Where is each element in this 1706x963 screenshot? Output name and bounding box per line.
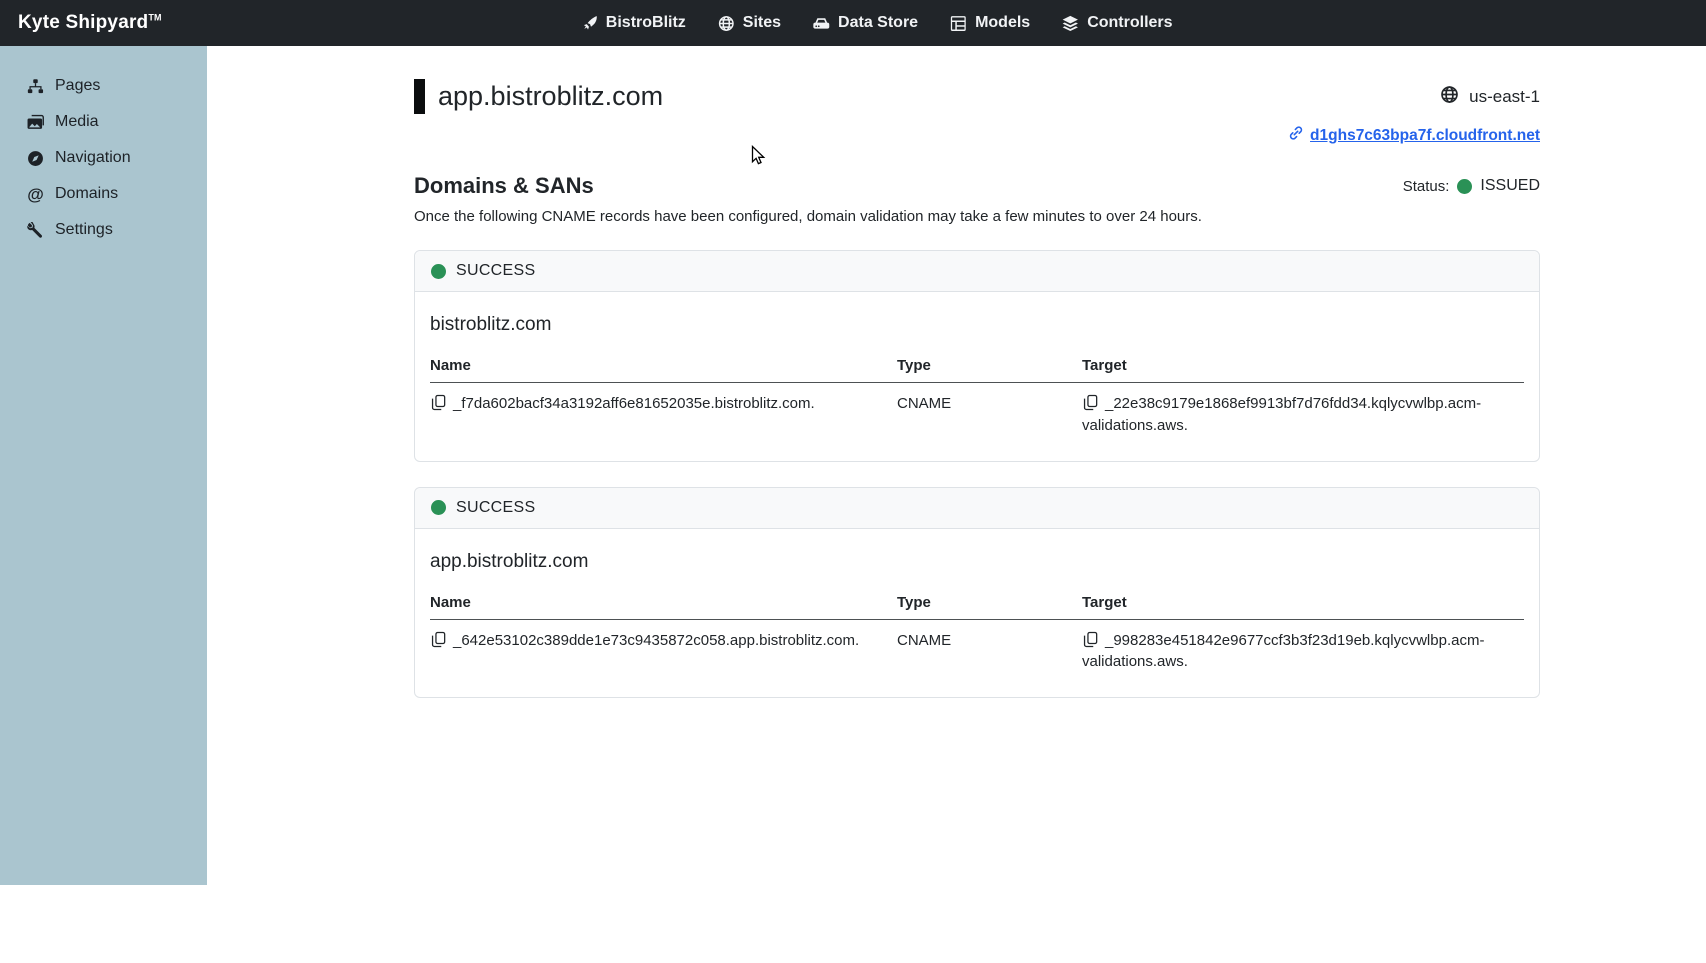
wrench-icon [27,222,44,239]
nav-item-sites[interactable]: Sites [718,14,781,32]
cname-record-table: Name Type Target _642e53102c389dde1e73c9… [430,590,1524,678]
column-header-target: Target [1082,353,1524,383]
validation-card: SUCCESS bistroblitz.com Name Type Target [414,250,1540,462]
card-status-header: SUCCESS [415,251,1539,292]
page-title: app.bistroblitz.com [438,81,663,112]
status-dot-icon [1457,179,1472,194]
sidebar-item-label: Media [55,113,99,131]
record-name-value: _642e53102c389dde1e73c9435872c058.app.bi… [453,632,859,649]
sidebar-item-domains[interactable]: @ Domains [0,176,207,212]
card-domain-title: app.bistroblitz.com [430,551,1524,573]
record-target-cell: _998283e451842e9677ccf3b3f23d19eb.kqlycv… [1082,619,1524,677]
section-heading: Domains & SANs [414,173,594,199]
record-type-cell: CNAME [897,383,1082,441]
nav-item-label: Data Store [838,14,918,32]
column-header-name: Name [430,590,897,620]
rocket-icon [581,15,598,32]
images-icon [27,114,44,131]
record-name-value: _f7da602bacf34a3192aff6e81652035e.bistro… [453,395,815,412]
cloudfront-link[interactable]: d1ghs7c63bpa7f.cloudfront.net [1288,125,1540,146]
column-header-type: Type [897,353,1082,383]
record-target-value: _22e38c9179e1868ef9913bf7d76fdd34.kqlycv… [1082,395,1481,434]
nav-item-bistroblitz[interactable]: BistroBlitz [581,14,686,32]
page-header: app.bistroblitz.com us-east-1 [414,79,1540,114]
nav-item-data-store[interactable]: Data Store [813,14,918,32]
column-header-type: Type [897,590,1082,620]
title-accent-bar [414,79,425,114]
certificate-status: Status: ISSUED [1403,177,1540,195]
table-header-row: Name Type Target [430,353,1524,383]
copy-icon[interactable] [430,631,447,648]
hdd-icon [813,15,830,32]
brand-text: Kyte Shipyard [18,12,148,33]
nav-item-label: BistroBlitz [606,14,686,32]
brand-logo[interactable]: Kyte ShipyardTM [18,12,162,34]
status-label: Status: [1403,178,1450,195]
globe-icon [1440,85,1459,109]
sidebar: Pages Media Navigation @ Domains Setting… [0,46,207,885]
copy-icon[interactable] [430,394,447,411]
card-status-header: SUCCESS [415,488,1539,529]
nav-item-label: Models [975,14,1030,32]
region-indicator: us-east-1 [1440,85,1540,109]
cloudfront-link-text: d1ghs7c63bpa7f.cloudfront.net [1310,127,1540,145]
record-type-cell: CNAME [897,619,1082,677]
record-target-value: _998283e451842e9677ccf3b3f23d19eb.kqlycv… [1082,632,1484,671]
sidebar-item-pages[interactable]: Pages [0,68,207,104]
sidebar-item-settings[interactable]: Settings [0,212,207,248]
sidebar-item-label: Domains [55,185,118,203]
globe-icon [718,15,735,32]
record-target-cell: _22e38c9179e1868ef9913bf7d76fdd34.kqlycv… [1082,383,1524,441]
sidebar-item-media[interactable]: Media [0,104,207,140]
table-header-row: Name Type Target [430,590,1524,620]
at-icon: @ [27,186,44,203]
card-status-text: SUCCESS [456,262,535,280]
card-status-text: SUCCESS [456,499,535,517]
layers-icon [1062,15,1079,32]
top-navbar: Kyte ShipyardTM BistroBlitz Sites Data S… [0,0,1706,46]
sidebar-item-label: Settings [55,221,113,239]
validation-card: SUCCESS app.bistroblitz.com Name Type Ta… [414,487,1540,699]
compass-icon [27,150,44,167]
column-header-target: Target [1082,590,1524,620]
nav-item-models[interactable]: Models [950,14,1030,32]
table-icon [950,15,967,32]
validation-help-text: Once the following CNAME records have be… [414,208,1540,225]
link-icon [1288,125,1304,146]
column-header-name: Name [430,353,897,383]
success-dot-icon [431,500,446,515]
copy-icon[interactable] [1082,394,1099,411]
record-name-cell: _642e53102c389dde1e73c9435872c058.app.bi… [430,619,897,677]
top-nav-menu: BistroBlitz Sites Data Store Models Cont… [581,0,1173,46]
success-dot-icon [431,264,446,279]
sidebar-item-navigation[interactable]: Navigation [0,140,207,176]
main-content: app.bistroblitz.com us-east-1 d1ghs7c63b… [207,46,1706,698]
copy-icon[interactable] [1082,631,1099,648]
nav-item-label: Controllers [1087,14,1172,32]
cname-record-table: Name Type Target _f7da602bacf34a3192aff6… [430,353,1524,441]
sitemap-icon [27,78,44,95]
sidebar-item-label: Navigation [55,149,131,167]
trademark-symbol: TM [148,13,161,23]
table-row: _f7da602bacf34a3192aff6e81652035e.bistro… [430,383,1524,441]
sidebar-item-label: Pages [55,77,100,95]
status-value: ISSUED [1480,177,1540,195]
table-row: _642e53102c389dde1e73c9435872c058.app.bi… [430,619,1524,677]
nav-item-controllers[interactable]: Controllers [1062,14,1172,32]
region-label: us-east-1 [1469,87,1540,107]
card-domain-title: bistroblitz.com [430,314,1524,336]
nav-item-label: Sites [743,14,781,32]
record-name-cell: _f7da602bacf34a3192aff6e81652035e.bistro… [430,383,897,441]
